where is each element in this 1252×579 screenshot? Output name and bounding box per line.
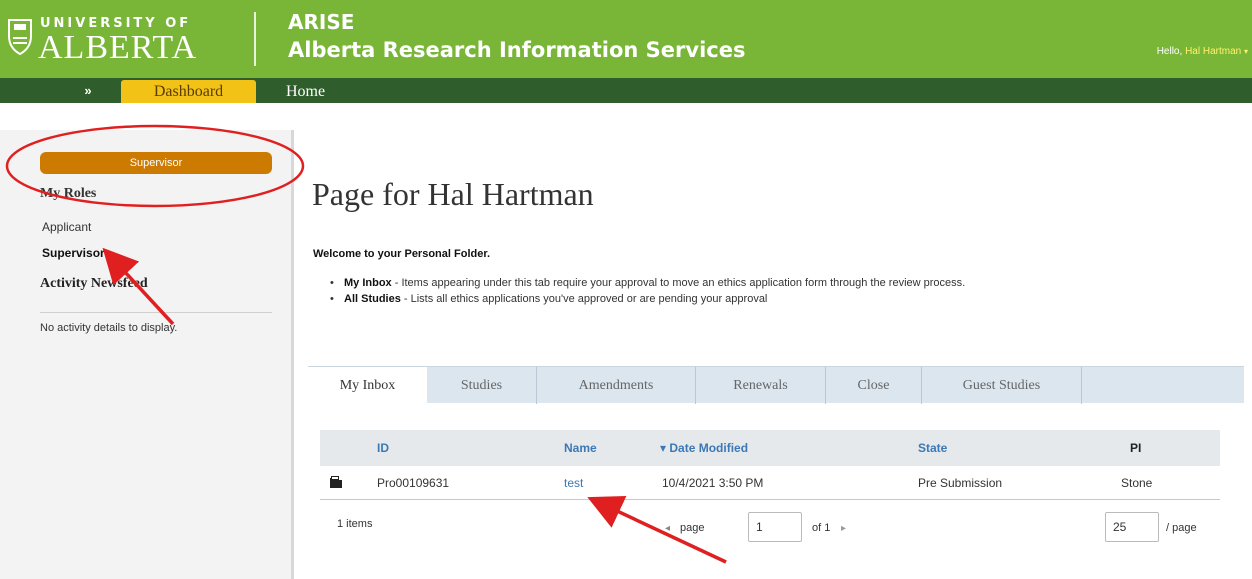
chevron-down-icon[interactable]: ▾ — [1244, 47, 1248, 56]
page-total: of 1 — [812, 522, 831, 534]
sidebar: Supervisor My Roles Applicant Supervisor… — [0, 130, 294, 579]
user-greeting: Hello, Hal Hartman ▾ — [1157, 46, 1248, 57]
greeting-prefix: Hello, — [1156, 46, 1183, 57]
tab-close[interactable]: Close — [826, 367, 922, 404]
activity-empty-text: No activity details to display. — [40, 322, 178, 334]
header-divider — [254, 12, 256, 66]
app-full-name: Alberta Research Information Services — [288, 38, 746, 62]
bullet-text: - Items appearing under this tab require… — [391, 277, 966, 289]
cell-date-modified: 10/4/2021 3:50 PM — [662, 476, 764, 490]
column-header-date-modified[interactable]: ▾ Date Modified — [660, 430, 748, 466]
cell-pi: Stone — [1121, 476, 1153, 490]
expand-sidebar-icon[interactable]: » — [78, 82, 98, 100]
tab-renewals[interactable]: Renewals — [696, 367, 826, 404]
page-number-input[interactable] — [748, 512, 802, 542]
tab-amendments[interactable]: Amendments — [537, 367, 696, 404]
tab-my-inbox[interactable]: My Inbox — [308, 367, 427, 404]
role-supervisor-button[interactable]: Supervisor — [40, 152, 272, 174]
nav-tab-home[interactable]: Home — [286, 80, 325, 103]
nav-tab-dashboard[interactable]: Dashboard — [121, 80, 256, 103]
page-label: page — [680, 522, 705, 534]
role-link-applicant[interactable]: Applicant — [42, 220, 91, 234]
my-roles-heading: My Roles — [40, 186, 97, 201]
university-logo[interactable]: UNIVERSITY OF ALBERTA — [6, 10, 244, 70]
nav-bar: » Dashboard Home — [0, 78, 1252, 103]
next-page-icon[interactable]: ▸ — [841, 523, 846, 534]
app-short-name: ARISE — [288, 10, 355, 34]
crest-icon — [8, 19, 32, 56]
list-item: • My Inbox - Items appearing under this t… — [330, 277, 966, 289]
table-header: ID Name ▾ Date Modified State PI — [320, 430, 1220, 466]
column-header-name[interactable]: Name — [564, 430, 597, 466]
column-header-id[interactable]: ID — [377, 430, 389, 466]
column-header-pi[interactable]: PI — [1130, 430, 1141, 466]
bullet-text: - Lists all ethics applications you've a… — [400, 293, 768, 305]
pagination: 1 items ◂ page of 1 ▸ / page — [320, 510, 1220, 546]
page-size-label: / page — [1166, 522, 1197, 534]
page-title: Page for Hal Hartman — [312, 176, 594, 212]
activity-newsfeed-heading: Activity Newsfeed — [40, 276, 148, 291]
user-menu-link[interactable]: Hal Hartman — [1185, 46, 1241, 57]
items-count: 1 items — [337, 518, 373, 530]
study-name-link[interactable]: test — [564, 466, 583, 500]
cell-state: Pre Submission — [918, 476, 1003, 490]
logo-main-text: ALBERTA — [38, 29, 198, 66]
role-link-supervisors[interactable]: Supervisors — [42, 246, 111, 260]
table-row: Pro00109631 test 10/4/2021 3:50 PM Pre S… — [320, 466, 1220, 500]
list-item: • All Studies - Lists all ethics applicat… — [330, 293, 768, 305]
previous-page-icon[interactable]: ◂ — [665, 523, 670, 534]
folder-icon — [330, 476, 342, 488]
bullet-term: My Inbox — [344, 277, 392, 289]
cell-id: Pro00109631 — [377, 476, 450, 490]
tab-guest-studies[interactable]: Guest Studies — [922, 367, 1082, 404]
page-size-input[interactable] — [1105, 512, 1159, 542]
help-list: • My Inbox - Items appearing under this t… — [330, 275, 965, 307]
folder-tabs: My Inbox Studies Amendments Renewals Clo… — [308, 366, 1244, 404]
column-header-state[interactable]: State — [918, 430, 947, 466]
app-header: UNIVERSITY OF ALBERTA ARISE Alberta Rese… — [0, 0, 1252, 78]
tab-studies[interactable]: Studies — [427, 367, 537, 404]
sidebar-divider — [40, 312, 272, 313]
bullet-term: All Studies — [344, 293, 401, 305]
welcome-text: Welcome to your Personal Folder. — [313, 248, 491, 260]
